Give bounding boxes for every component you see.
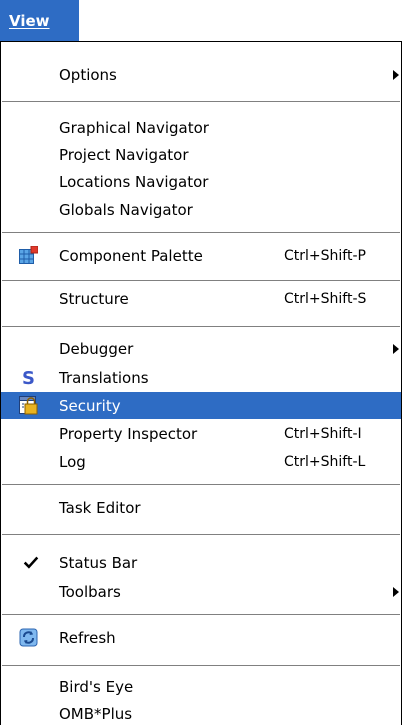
menu-separator (2, 614, 400, 615)
menu-item-label: Component Palette (59, 246, 203, 265)
menu-item-log[interactable]: Log Ctrl+Shift-L (1, 448, 401, 475)
menu-separator (2, 484, 400, 485)
menu-item-shortcut: Ctrl+Shift-P (284, 247, 366, 264)
translations-icon: S (22, 368, 35, 387)
menu-item-toolbars[interactable]: Toolbars (1, 578, 401, 605)
refresh-icon (19, 628, 38, 647)
menu-item-property-inspector[interactable]: Property Inspector Ctrl+Shift-I (1, 420, 401, 447)
menu-item-birds-eye[interactable]: Bird's Eye (1, 673, 401, 700)
menu-item-label: Property Inspector (59, 424, 198, 443)
menu-item-project-navigator[interactable]: Project Navigator (1, 141, 401, 168)
menu-item-label: Project Navigator (59, 145, 189, 164)
submenu-arrow-icon (393, 344, 399, 354)
svg-text:S: S (22, 368, 35, 387)
menu-item-label: Options (59, 65, 117, 84)
menu-item-refresh[interactable]: Refresh (1, 624, 401, 651)
menu-item-label: Security (59, 396, 121, 415)
menu-item-security[interactable]: Security (1, 392, 401, 419)
menu-item-status-bar[interactable]: Status Bar (1, 549, 401, 576)
view-menu-tab[interactable]: View (0, 0, 79, 41)
menu-separator (2, 280, 400, 281)
view-menu-dropdown: Options Graphical Navigator Project Navi… (0, 41, 402, 725)
menu-item-locations-navigator[interactable]: Locations Navigator (1, 168, 401, 195)
menu-separator (2, 534, 400, 535)
menu-separator (2, 101, 400, 102)
menu-item-label: Refresh (59, 628, 116, 647)
menu-item-options[interactable]: Options (1, 61, 401, 88)
menu-item-task-editor[interactable]: Task Editor (1, 494, 401, 521)
submenu-arrow-icon (393, 587, 399, 597)
menu-item-label: Toolbars (59, 582, 121, 601)
menu-item-component-palette[interactable]: Component Palette Ctrl+Shift-P (1, 242, 401, 269)
security-icon (19, 396, 38, 415)
menu-item-graphical-navigator[interactable]: Graphical Navigator (1, 114, 401, 141)
menu-item-label: Globals Navigator (59, 200, 193, 219)
menu-item-translations[interactable]: S Translations (1, 364, 401, 391)
menu-item-label: Graphical Navigator (59, 118, 209, 137)
menu-separator (2, 665, 400, 666)
menu-item-structure[interactable]: Structure Ctrl+Shift-S (1, 285, 401, 312)
menu-item-label: Locations Navigator (59, 172, 209, 191)
menu-separator (2, 326, 400, 327)
submenu-arrow-icon (393, 70, 399, 80)
menu-item-label: Debugger (59, 339, 134, 358)
component-palette-icon (19, 246, 38, 264)
menu-item-label: Structure (59, 289, 129, 308)
checkmark-icon (23, 556, 39, 569)
menu-item-globals-navigator[interactable]: Globals Navigator (1, 196, 401, 223)
menu-item-label: Status Bar (59, 553, 138, 572)
menu-item-label: Log (59, 452, 86, 471)
menu-item-label: Bird's Eye (59, 677, 134, 696)
menu-item-shortcut: Ctrl+Shift-S (284, 290, 367, 307)
menu-separator (2, 232, 400, 233)
menu-item-label: Task Editor (59, 498, 141, 517)
menu-item-label: OMB*Plus (59, 704, 133, 723)
menu-item-omb-plus[interactable]: OMB*Plus (1, 700, 401, 727)
menu-item-shortcut: Ctrl+Shift-L (284, 453, 366, 470)
menu-item-debugger[interactable]: Debugger (1, 335, 401, 362)
menu-item-label: Translations (59, 368, 149, 387)
menu-item-shortcut: Ctrl+Shift-I (284, 425, 362, 442)
